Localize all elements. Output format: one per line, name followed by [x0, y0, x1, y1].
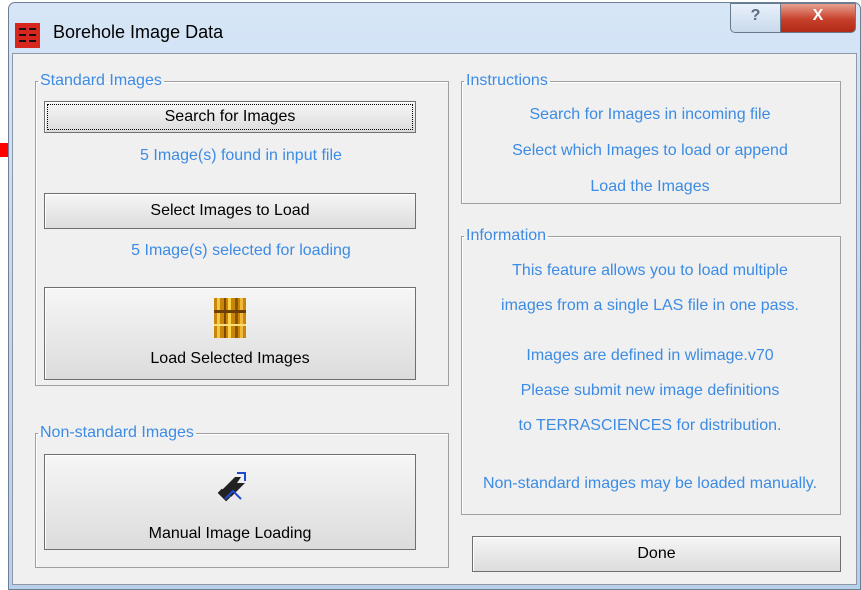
information-line: Images are defined in wlimage.v70 — [526, 347, 774, 364]
select-images-button[interactable]: Select Images to Load — [44, 193, 416, 229]
images-selected-text: 5 Image(s) selected for loading — [131, 242, 351, 259]
information-line: Non-standard images may be loaded manual… — [482, 475, 818, 492]
search-for-images-button[interactable]: Search for Images — [44, 101, 416, 133]
standard-images-legend: Standard Images — [40, 72, 162, 89]
manual-image-loading-label: Manual Image Loading — [148, 525, 312, 542]
instructions-legend: Instructions — [466, 72, 548, 89]
load-selected-images-button[interactable]: Load Selected Images — [44, 287, 416, 380]
dialog-client-area: Standard Images Search for Images 5 Imag… — [12, 53, 857, 585]
borehole-images-icon — [214, 298, 246, 338]
information-line: to TERRASCIENCES for distribution. — [518, 417, 782, 434]
title-bar: Borehole Image Data ? X — [9, 3, 860, 53]
help-button[interactable]: ? — [730, 3, 781, 33]
information-line: images from a single LAS file in one pas… — [501, 297, 799, 314]
tools-icon — [217, 472, 246, 502]
information-legend: Information — [466, 227, 547, 244]
instruction-line: Select which Images to load or append — [512, 142, 788, 159]
close-icon: X — [812, 7, 824, 24]
information-line: This feature allows you to load multiple — [512, 262, 788, 279]
window-title: Borehole Image Data — [53, 22, 224, 42]
images-found-text: 5 Image(s) found in input file — [140, 147, 342, 164]
non-standard-images-legend: Non-standard Images — [40, 424, 194, 441]
terrasciences-logo-icon — [15, 23, 40, 48]
dialog-window: Borehole Image Data ? X Standard Images … — [8, 2, 861, 590]
help-icon: ? — [750, 7, 761, 24]
information-line: Please submit new image definitions — [520, 382, 780, 399]
close-button[interactable]: X — [780, 3, 856, 33]
done-button[interactable]: Done — [472, 536, 841, 572]
instruction-line: Search for Images in incoming file — [529, 106, 771, 123]
load-selected-images-label: Load Selected Images — [150, 350, 310, 367]
manual-image-loading-button[interactable]: Manual Image Loading — [44, 454, 416, 550]
instruction-line: Load the Images — [590, 178, 710, 195]
